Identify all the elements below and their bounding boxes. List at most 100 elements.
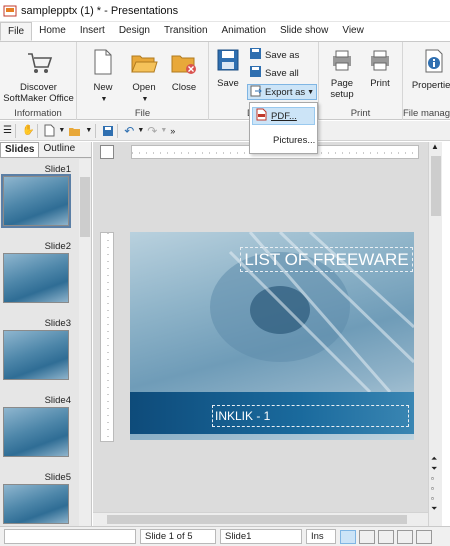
toolbar-separator (14, 123, 16, 138)
close-button[interactable]: Close (165, 48, 203, 93)
hamburger-menu-icon[interactable]: ☰ (3, 123, 12, 139)
save-as-button[interactable]: Save as (249, 47, 299, 63)
new-button[interactable]: New ▼ (85, 48, 121, 105)
export-pdf-item[interactable]: PDF... (252, 107, 315, 125)
new-dropdown-icon[interactable]: ▼ (58, 123, 65, 139)
vertical-scroll-thumb[interactable] (431, 156, 441, 216)
tab-slide-show[interactable]: Slide show (273, 22, 335, 41)
tab-view[interactable]: View (335, 22, 371, 41)
slide-thumbnail-item[interactable]: Slide5 (3, 472, 71, 524)
tab-animation[interactable]: Animation (215, 22, 273, 41)
redo-dropdown-icon[interactable]: ▼ (160, 123, 167, 139)
slide-thumbnail-image (3, 407, 69, 457)
quick-toolbar: ☰ ✋ ▼ ▼ ↶ ▼ ↷ ▼ » (0, 121, 450, 141)
slides-panel-scroll-thumb[interactable] (80, 177, 90, 237)
undo-dropdown-icon[interactable]: ▼ (137, 123, 144, 139)
file-manager-group-label: File manag (403, 108, 450, 119)
info-icon (411, 48, 450, 77)
properties-label: Properties (411, 80, 450, 91)
page-setup-icon (325, 48, 359, 75)
tab-file[interactable]: File (0, 22, 33, 41)
print-group-label: Print (350, 108, 371, 119)
slideshow-icon[interactable] (416, 530, 432, 544)
open-dropdown-arrow-icon[interactable]: ▼ (142, 94, 149, 105)
slide-thumb-label: Slide3 (44, 318, 71, 329)
slide-canvas[interactable]: LIST OF FREEWARE INKLIK - 1 (130, 232, 414, 440)
shopping-cart-icon (2, 50, 75, 79)
floppy-disk-icon (213, 48, 243, 75)
new-document-small-icon[interactable] (44, 123, 55, 139)
status-bar: Slide 1 of 5 Slide1 Ins (0, 526, 450, 546)
tab-transition[interactable]: Transition (157, 22, 215, 41)
slide-subtitle-textbox[interactable]: INKLIK - 1 (212, 405, 409, 427)
hand-tool-icon[interactable]: ✋ (22, 123, 34, 139)
save-all-icon (249, 65, 262, 81)
new-dropdown-arrow-icon[interactable]: ▼ (101, 94, 108, 105)
save-all-button[interactable]: Save all (249, 65, 299, 81)
ribbon: Discover SoftMaker Office Information Ne… (0, 42, 450, 120)
vertical-ruler (100, 232, 114, 442)
open-label: Open (132, 82, 156, 93)
scroll-nav-buttons[interactable]: ⏶ ⏷ ▫ ▫ ▫ ⏷ (431, 454, 437, 514)
normal-view-icon[interactable] (340, 530, 356, 544)
pdf-file-icon (256, 108, 267, 124)
notes-view-icon[interactable] (397, 530, 413, 544)
export-as-button[interactable]: Export as ▼ (247, 84, 317, 100)
status-slide-name: Slide1 (220, 529, 302, 544)
save-label: Save (217, 78, 239, 89)
export-pictures-item[interactable]: Pictures... (252, 131, 315, 149)
tab-home[interactable]: Home (32, 22, 73, 41)
toolbar-separator (37, 123, 39, 138)
scroll-up-icon[interactable]: ▲ (431, 142, 439, 151)
slides-panel-scrollbar[interactable] (79, 159, 91, 526)
slide-thumbnail-image (3, 253, 69, 303)
ruler-corner[interactable] (100, 145, 114, 159)
slide-thumbnail-item[interactable]: Slide4 (3, 395, 71, 457)
slide-sorter-icon[interactable] (359, 530, 375, 544)
export-as-menu: PDF... Pictures... (249, 102, 318, 154)
save-as-label: Save as (265, 49, 300, 61)
page-setup-label: Page (330, 78, 354, 89)
printer-icon (363, 48, 397, 75)
slide-thumbnail-item[interactable]: Slide2 (3, 241, 71, 303)
horizontal-scroll-thumb[interactable] (107, 515, 407, 524)
horizontal-scrollbar[interactable] (93, 512, 428, 526)
view-mode-buttons (340, 530, 432, 544)
vertical-scrollbar[interactable]: ▲ ⏶ ⏷ ▫ ▫ ▫ ⏷ (428, 142, 442, 526)
properties-button[interactable]: Properties (411, 48, 450, 91)
save-small-icon[interactable] (102, 123, 114, 139)
save-button[interactable]: Save (213, 48, 243, 89)
toolbar-separator (95, 123, 97, 138)
save-as-icon (249, 47, 262, 63)
print-button[interactable]: Print (363, 48, 397, 89)
open-dropdown-icon[interactable]: ▼ (85, 123, 92, 139)
slide-thumbnail-item[interactable]: Slide1 (1, 164, 71, 228)
slides-panel: Slides Outline Slide1 Slide2 Slide3 Slid… (0, 142, 92, 526)
toolbar-separator (117, 123, 119, 138)
folder-open-icon (125, 48, 163, 79)
open-button[interactable]: Open ▼ (125, 48, 163, 105)
presentations-app-icon (3, 4, 17, 18)
page-setup-button[interactable]: Page setup (325, 48, 359, 100)
slide-editor: LIST OF FREEWARE INKLIK - 1 (93, 142, 428, 526)
undo-icon[interactable]: ↶ (124, 123, 134, 139)
tab-slides[interactable]: Slides (0, 142, 40, 157)
slide-thumbnail-item[interactable]: Slide3 (3, 318, 71, 380)
tab-insert[interactable]: Insert (73, 22, 112, 41)
export-icon (250, 85, 262, 100)
tab-outline[interactable]: Outline (39, 142, 79, 157)
redo-icon[interactable]: ↷ (147, 123, 157, 139)
discover-label: Discover (20, 82, 57, 93)
status-insert-mode[interactable]: Ins (306, 529, 336, 544)
tab-design[interactable]: Design (112, 22, 157, 41)
ribbon-group-information: Discover SoftMaker Office Information (0, 42, 77, 120)
slide-title-textbox[interactable]: LIST OF FREEWARE (240, 247, 413, 272)
outline-view-icon[interactable] (378, 530, 394, 544)
toolbar-overflow-icon[interactable]: » (170, 123, 175, 139)
open-folder-small-icon[interactable] (68, 123, 82, 139)
discover-softmaker-button[interactable]: Discover SoftMaker Office (2, 50, 75, 104)
export-as-label: Export as (265, 86, 306, 98)
discover-label-2: SoftMaker Office (3, 93, 74, 104)
status-message (4, 529, 136, 544)
close-label: Close (171, 82, 197, 93)
